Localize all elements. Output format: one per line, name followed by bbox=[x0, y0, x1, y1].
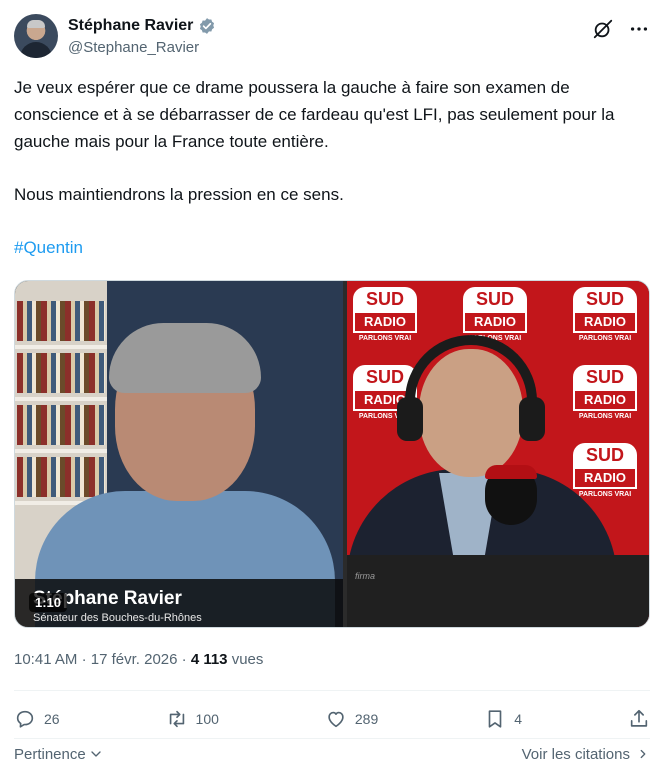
share-icon bbox=[630, 709, 648, 727]
post-paragraph: Nous maintiendrons la pression en ce sen… bbox=[14, 185, 344, 204]
video-player[interactable]: Stéphane Ravier Sénateur des Bouches-du-… bbox=[14, 280, 650, 628]
video-right-feed: SUD RADIO PARLONS VRAI SUD RADIO PARLONS VRA… bbox=[347, 281, 649, 627]
hashtag-link[interactable]: #Quentin bbox=[14, 238, 83, 257]
bookmark-button[interactable]: 4 bbox=[484, 708, 522, 730]
quotes-label: Voir les citations bbox=[521, 745, 630, 763]
divider bbox=[14, 738, 650, 739]
grok-icon[interactable] bbox=[592, 18, 614, 40]
meta-separator: · bbox=[81, 651, 87, 668]
views-label: vues bbox=[231, 651, 264, 668]
more-icon[interactable] bbox=[628, 18, 650, 40]
post-date[interactable]: 17 févr. 2026 bbox=[91, 651, 178, 668]
chevron-down-icon bbox=[91, 751, 101, 757]
video-left-feed: Stéphane Ravier Sénateur des Bouches-du-… bbox=[15, 281, 343, 627]
author-handle[interactable]: @Stephane_Ravier bbox=[68, 38, 216, 58]
bookmark-icon bbox=[488, 710, 502, 728]
post-meta: 10:41 AM · 17 févr. 2026 · 4 113 vues bbox=[14, 650, 263, 670]
post-time[interactable]: 10:41 AM bbox=[14, 651, 77, 668]
sort-dropdown[interactable]: Pertinence bbox=[14, 746, 104, 763]
verified-badge-icon bbox=[198, 17, 216, 35]
video-duration: 1:10 bbox=[29, 593, 68, 612]
action-bar: 26 100 289 4 bbox=[14, 704, 650, 734]
reply-button[interactable]: 26 bbox=[14, 708, 60, 730]
post-text: Je veux espérer que ce drame poussera la… bbox=[14, 74, 650, 287]
like-button[interactable]: 289 bbox=[325, 708, 378, 730]
bookmark-count: 4 bbox=[514, 711, 522, 727]
sud-radio-logo: SUD RADIO PARLONS VRAI bbox=[463, 287, 527, 342]
replies-toolbar: Pertinence Voir les citations bbox=[14, 742, 650, 766]
heart-icon bbox=[328, 711, 344, 728]
meta-separator: · bbox=[181, 651, 187, 668]
post-paragraph: Je veux espérer que ce drame poussera la… bbox=[14, 78, 615, 151]
repost-count: 100 bbox=[195, 711, 219, 727]
chevron-right-icon bbox=[640, 749, 646, 759]
sud-radio-logo: SUD RADIO PARLONS VRAI bbox=[353, 287, 417, 342]
divider bbox=[14, 690, 650, 691]
lower-third-title: Sénateur des Bouches-du-Rhônes bbox=[33, 612, 202, 624]
author-display-name[interactable]: Stéphane Ravier bbox=[68, 16, 193, 36]
avatar[interactable] bbox=[14, 14, 58, 58]
share-button[interactable] bbox=[628, 708, 650, 730]
lower-third-name: Stéphane Ravier bbox=[33, 588, 182, 609]
reply-count: 26 bbox=[44, 711, 60, 727]
sud-radio-logo: SUD RADIO PARLONS VRAI bbox=[573, 287, 637, 342]
like-count: 289 bbox=[354, 711, 379, 727]
sort-label: Pertinence bbox=[14, 745, 86, 763]
reply-icon bbox=[16, 710, 34, 728]
desk-brand: firma bbox=[355, 571, 375, 581]
repost-icon bbox=[169, 710, 184, 728]
repost-button[interactable]: 100 bbox=[166, 708, 219, 730]
views-count[interactable]: 4 113 bbox=[191, 651, 228, 668]
post-header: Stéphane Ravier @Stephane_Ravier bbox=[14, 14, 654, 60]
view-quotes-link[interactable]: Voir les citations bbox=[522, 746, 650, 763]
author-block: Stéphane Ravier @Stephane_Ravier bbox=[68, 16, 216, 58]
